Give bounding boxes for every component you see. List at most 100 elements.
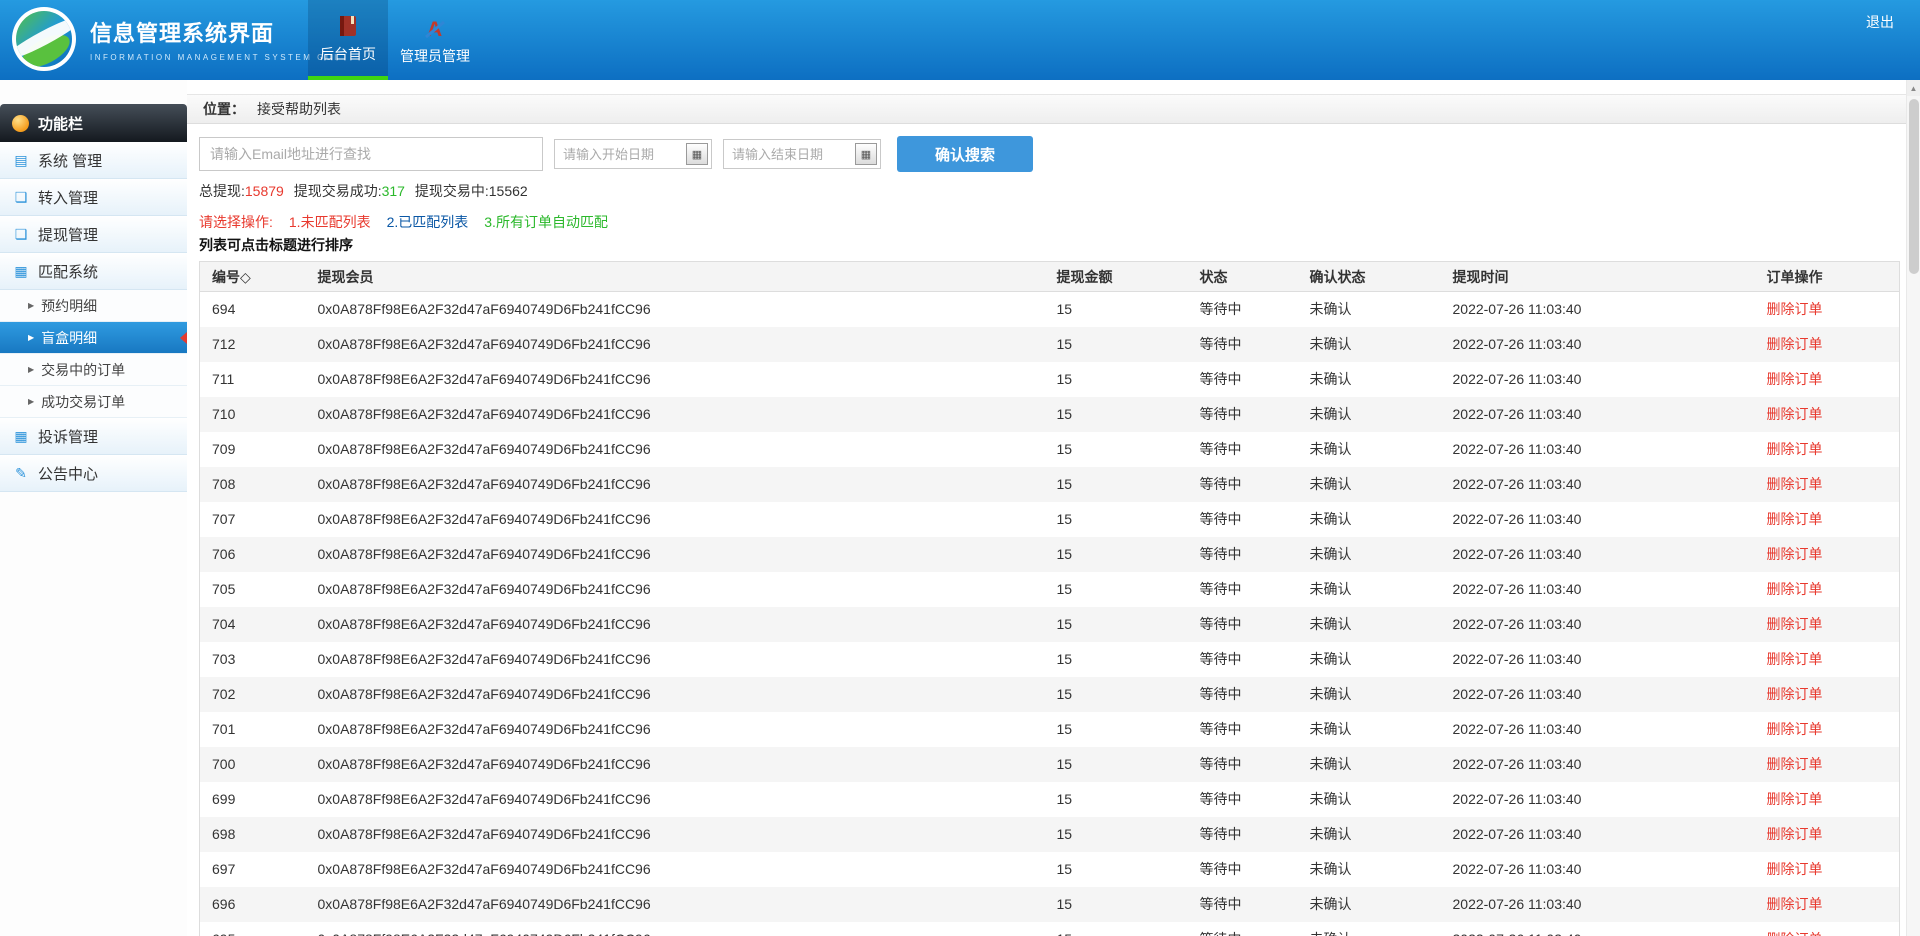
- chevron-right-icon: ▶: [28, 397, 34, 406]
- delete-order-link[interactable]: 删除订单: [1767, 301, 1823, 317]
- delete-order-link[interactable]: 删除订单: [1767, 931, 1823, 936]
- delete-order-link[interactable]: 删除订单: [1767, 896, 1823, 912]
- row-status: 等待中: [1188, 362, 1298, 397]
- delete-order-link[interactable]: 删除订单: [1767, 336, 1823, 352]
- matched-list-link[interactable]: 2.已匹配列表: [387, 212, 469, 232]
- delete-order-link[interactable]: 删除订单: [1767, 651, 1823, 667]
- row-confirm-status: 未确认: [1298, 712, 1441, 747]
- table-row: 7030x0A878Ff98E6A2F32d47aF6940749D6Fb241…: [200, 642, 1900, 677]
- delete-order-link[interactable]: 删除订单: [1767, 721, 1823, 737]
- calendar-icon: ▦: [13, 263, 29, 280]
- row-member-address: 0x0A878Ff98E6A2F32d47aF6940749D6Fb241fCC…: [306, 782, 1045, 817]
- row-time: 2022-07-26 11:03:40: [1441, 502, 1755, 537]
- row-member-address: 0x0A878Ff98E6A2F32d47aF6940749D6Fb241fCC…: [306, 502, 1045, 537]
- row-amount: 15: [1045, 467, 1188, 502]
- delete-order-link[interactable]: 删除订单: [1767, 441, 1823, 457]
- row-action-cell: 删除订单: [1755, 817, 1900, 852]
- sidebar-subitem-orders-in-transaction[interactable]: ▶ 交易中的订单: [0, 354, 187, 386]
- email-search-input[interactable]: [199, 137, 543, 171]
- sidebar-item-announcement-center[interactable]: ✎ 公告中心: [0, 455, 187, 492]
- breadcrumb-label: 位置：: [203, 99, 245, 119]
- row-time: 2022-07-26 11:03:40: [1441, 572, 1755, 607]
- row-id: 702: [200, 677, 306, 712]
- row-time: 2022-07-26 11:03:40: [1441, 747, 1755, 782]
- row-status: 等待中: [1188, 922, 1298, 936]
- delete-order-link[interactable]: 删除订单: [1767, 546, 1823, 562]
- delete-order-link[interactable]: 删除订单: [1767, 406, 1823, 422]
- table-row: 6980x0A878Ff98E6A2F32d47aF6940749D6Fb241…: [200, 817, 1900, 852]
- row-amount: 15: [1045, 537, 1188, 572]
- row-action-cell: 删除订单: [1755, 607, 1900, 642]
- row-member-address: 0x0A878Ff98E6A2F32d47aF6940749D6Fb241fCC…: [306, 852, 1045, 887]
- scrollbar-thumb[interactable]: [1909, 99, 1919, 274]
- table-row: 7110x0A878Ff98E6A2F32d47aF6940749D6Fb241…: [200, 362, 1900, 397]
- header-tabs: 后台首页 A 管理员管理: [308, 0, 482, 80]
- sidebar-item-complaint-management[interactable]: ▦ 投诉管理: [0, 418, 187, 455]
- withdrawal-stats: 总提现:15879 提现交易成功:317 提现交易中:15562: [199, 181, 1920, 201]
- tab-admin-management[interactable]: A 管理员管理: [388, 0, 482, 80]
- header-time[interactable]: 提现时间: [1441, 262, 1755, 292]
- confirm-search-button[interactable]: 确认搜索: [897, 136, 1033, 172]
- auto-match-all-link[interactable]: 3.所有订单自动匹配: [484, 212, 608, 232]
- header-amount[interactable]: 提现金额: [1045, 262, 1188, 292]
- header-confirm-status[interactable]: 确认状态: [1298, 262, 1441, 292]
- page-scrollbar[interactable]: ▲: [1906, 80, 1920, 936]
- sidebar-item-system-management[interactable]: ▤ 系统 管理: [0, 142, 187, 179]
- row-member-address: 0x0A878Ff98E6A2F32d47aF6940749D6Fb241fCC…: [306, 712, 1045, 747]
- delete-order-link[interactable]: 删除订单: [1767, 861, 1823, 877]
- end-date-calendar-icon[interactable]: ▦: [855, 143, 877, 165]
- sidebar-item-label: 投诉管理: [38, 426, 98, 447]
- row-confirm-status: 未确认: [1298, 537, 1441, 572]
- delete-order-link[interactable]: 删除订单: [1767, 616, 1823, 632]
- row-status: 等待中: [1188, 502, 1298, 537]
- row-confirm-status: 未确认: [1298, 607, 1441, 642]
- stat-value: 15879: [245, 183, 284, 199]
- header-status[interactable]: 状态: [1188, 262, 1298, 292]
- sidebar-subitem-blindbox-detail[interactable]: ▶ 盲盒明细: [0, 322, 187, 354]
- delete-order-link[interactable]: 删除订单: [1767, 826, 1823, 842]
- row-amount: 15: [1045, 922, 1188, 936]
- delete-order-link[interactable]: 删除订单: [1767, 476, 1823, 492]
- sidebar: 功能栏 ▤ 系统 管理 ❏ 转入管理 ❏ 提现管理 ▦ 匹配系统 ▶ 预约明细 …: [0, 80, 187, 936]
- sidebar-item-transfer-in[interactable]: ❏ 转入管理: [0, 179, 187, 216]
- sidebar-item-label: 匹配系统: [38, 261, 98, 282]
- sidebar-subitem-reservation-detail[interactable]: ▶ 预约明细: [0, 290, 187, 322]
- sidebar-subitem-successful-orders[interactable]: ▶ 成功交易订单: [0, 386, 187, 418]
- logout-link[interactable]: 退出: [1866, 12, 1894, 32]
- row-action-cell: 删除订单: [1755, 432, 1900, 467]
- delete-order-link[interactable]: 删除订单: [1767, 686, 1823, 702]
- chat-icon: ❏: [13, 226, 29, 243]
- sidebar-item-withdrawal[interactable]: ❏ 提现管理: [0, 216, 187, 253]
- delete-order-link[interactable]: 删除订单: [1767, 581, 1823, 597]
- stat-total: 总提现:15879: [199, 183, 284, 199]
- chevron-right-icon: ▶: [28, 301, 34, 310]
- delete-order-link[interactable]: 删除订单: [1767, 791, 1823, 807]
- document-icon: ▤: [13, 152, 29, 169]
- row-member-address: 0x0A878Ff98E6A2F32d47aF6940749D6Fb241fCC…: [306, 607, 1045, 642]
- row-id: 696: [200, 887, 306, 922]
- delete-order-link[interactable]: 删除订单: [1767, 371, 1823, 387]
- row-time: 2022-07-26 11:03:40: [1441, 782, 1755, 817]
- search-bar: ▦ ▦ 确认搜索: [199, 136, 1920, 172]
- delete-order-link[interactable]: 删除订单: [1767, 756, 1823, 772]
- tab-backend-home[interactable]: 后台首页: [308, 0, 388, 80]
- header-action[interactable]: 订单操作: [1755, 262, 1900, 292]
- delete-order-link[interactable]: 删除订单: [1767, 511, 1823, 527]
- row-action-cell: 删除订单: [1755, 712, 1900, 747]
- table-row: 7050x0A878Ff98E6A2F32d47aF6940749D6Fb241…: [200, 572, 1900, 607]
- row-time: 2022-07-26 11:03:40: [1441, 817, 1755, 852]
- start-date-calendar-icon[interactable]: ▦: [686, 143, 708, 165]
- row-action-cell: 删除订单: [1755, 327, 1900, 362]
- header-id[interactable]: 编号◇: [200, 262, 306, 292]
- sidebar-item-label: 公告中心: [38, 463, 98, 484]
- row-id: 704: [200, 607, 306, 642]
- table-row: 7080x0A878Ff98E6A2F32d47aF6940749D6Fb241…: [200, 467, 1900, 502]
- row-status: 等待中: [1188, 537, 1298, 572]
- row-member-address: 0x0A878Ff98E6A2F32d47aF6940749D6Fb241fCC…: [306, 292, 1045, 327]
- row-amount: 15: [1045, 432, 1188, 467]
- scrollbar-up-arrow-icon[interactable]: ▲: [1907, 80, 1920, 96]
- unmatched-list-link[interactable]: 1.未匹配列表: [289, 212, 371, 232]
- row-confirm-status: 未确认: [1298, 502, 1441, 537]
- sidebar-item-matching-system[interactable]: ▦ 匹配系统: [0, 253, 187, 290]
- header-member[interactable]: 提现会员: [306, 262, 1045, 292]
